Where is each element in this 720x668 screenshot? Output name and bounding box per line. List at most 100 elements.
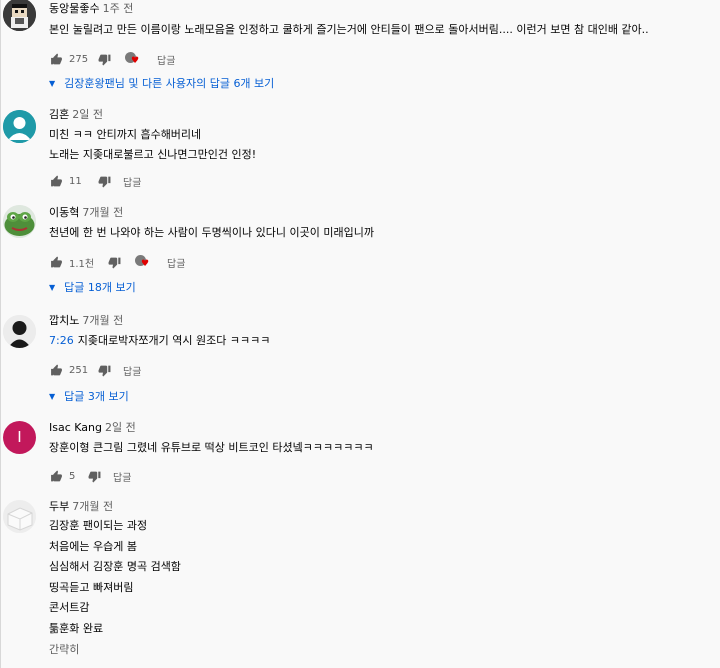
- comment-author[interactable]: 깝치노: [49, 314, 79, 327]
- comment-time[interactable]: 7개월 전: [72, 500, 113, 513]
- comment-line: 툶훈화 완료: [49, 621, 104, 635]
- comment-line: 지좆대로박자쪼개기 역시 원조다 ㅋㅋㅋㅋ: [77, 334, 271, 347]
- view-replies-label: 답글 3개 보기: [64, 390, 129, 403]
- comment-time[interactable]: 7개월 전: [82, 206, 123, 219]
- comment-line: 처음에는 우습게 봄: [49, 539, 137, 553]
- dislike-button[interactable]: [87, 469, 101, 483]
- comment-line: 김장훈 팬이되는 과정: [49, 519, 148, 532]
- comment-body: 깝치노 7개월 전 7:26 지좆대로박자쪼개기 역시 원조다 ㅋㅋㅋㅋ 251 답…: [49, 314, 720, 406]
- view-replies-button[interactable]: ▼ 답글 3개 보기: [49, 386, 720, 406]
- comment-text: 본인 눌릴려고 만든 이름이랑 노래모음을 인정하고 쿨하게 즐기는거에 안티들…: [49, 20, 720, 40]
- caret-down-icon: ▼: [49, 78, 56, 88]
- comment-author[interactable]: 김혼: [49, 108, 69, 121]
- avatar[interactable]: [3, 205, 36, 238]
- thumbs-down-icon: [88, 471, 100, 482]
- comment-time[interactable]: 2일 전: [105, 421, 136, 434]
- comment-text: 천년에 한 번 나와야 하는 사람이 두명씩이나 있다니 이곳이 미래입니까: [49, 223, 720, 243]
- comment-text: 김장훈 팬이되는 과정 처음에는 우습게 봄 심심해서 김장훈 명곡 검색함 띵…: [49, 516, 720, 660]
- reply-button[interactable]: 답글: [113, 469, 131, 484]
- caret-down-icon: ▼: [49, 391, 56, 401]
- comment-line: 장훈이형 큰그림 그렸네 유튜브로 떡상 비트코인 타셨넼ㅋㅋㅋㅋㅋㅋㅋ: [49, 441, 374, 454]
- comment-line: 미친 ㅋㅋ 안티까지 흡수해버리네: [49, 128, 202, 141]
- comment-actions: 11 답글: [49, 170, 720, 192]
- comment-time[interactable]: 1주 전: [103, 2, 134, 15]
- like-button[interactable]: [49, 52, 63, 66]
- like-count: 275: [69, 53, 89, 65]
- thumbs-up-icon: [50, 256, 62, 267]
- comment-time[interactable]: 7개월 전: [82, 314, 123, 327]
- video-timestamp-link[interactable]: 7:26: [49, 334, 74, 347]
- thumbs-down-icon: [98, 176, 110, 187]
- creator-heart-icon: ♥: [125, 52, 139, 66]
- comment-author[interactable]: 이동혁: [49, 206, 79, 219]
- dislike-button[interactable]: [97, 52, 111, 66]
- comment-body: 이동혁 7개월 전 천년에 한 번 나와야 하는 사람이 두명씩이나 있다니 이곳…: [49, 206, 720, 297]
- thumbs-down-icon: [98, 54, 110, 65]
- default-user-avatar-icon: [3, 110, 36, 143]
- like-count: 5: [69, 470, 76, 482]
- comment-text: 7:26 지좆대로박자쪼개기 역시 원조다 ㅋㅋㅋㅋ: [49, 331, 720, 351]
- comments-panel: 동앙물좋수 1주 전 본인 눌릴려고 만든 이름이랑 노래모음을 인정하고 쿨하게…: [0, 0, 720, 668]
- comment-author[interactable]: Isac Kang: [49, 421, 102, 434]
- heart-icon: ♥: [141, 259, 150, 269]
- comment-actions: 275 ♥ 답글: [49, 48, 720, 70]
- comment-body: 두부 7개월 전 김장훈 팬이되는 과정 처음에는 우습게 봄 심심해서 김장훈 …: [49, 500, 720, 668]
- comment-actions: 5 답글: [49, 465, 720, 487]
- thumbs-down-icon: [98, 365, 110, 376]
- thumbs-up-icon: [50, 53, 62, 64]
- hooded-figure-avatar-icon: [3, 315, 36, 348]
- view-replies-button[interactable]: ▼ 답글 18개 보기: [49, 277, 720, 297]
- comment-text: 미친 ㅋㅋ 안티까지 흡수해버리네 노래는 지좆대로불르고 신나면그만인건 인정…: [49, 125, 720, 165]
- comment-actions: 251 답글: [49, 359, 720, 381]
- reply-button[interactable]: 답글: [157, 52, 175, 67]
- like-button[interactable]: [49, 469, 63, 483]
- avatar[interactable]: I: [3, 421, 36, 454]
- comment-header: 동앙물좋수 1주 전: [49, 2, 720, 16]
- comment-line: 콘서트감: [49, 601, 90, 615]
- comment-actions: 1.1천 ♥ 답글: [49, 251, 720, 273]
- avatar[interactable]: [3, 315, 36, 348]
- creator-heart-icon: ♥: [135, 255, 149, 269]
- like-count: 1.1천: [69, 258, 95, 270]
- dislike-button[interactable]: [107, 255, 121, 269]
- comment-line: 노래는 지좆대로불르고 신나면그만인건 인정!: [49, 148, 257, 161]
- thumbs-up-icon: [50, 175, 62, 186]
- avatar[interactable]: [3, 500, 36, 533]
- comment-line: 띵곡듣고 빠져버림: [49, 580, 134, 594]
- like-button[interactable]: [49, 255, 63, 269]
- like-count: 251: [69, 364, 89, 376]
- thumbs-down-icon: [108, 257, 120, 268]
- view-replies-label: 답글 18개 보기: [64, 281, 136, 294]
- comment-body: 김혼 2일 전 미친 ㅋㅋ 안티까지 흡수해버리네 노래는 지좆대로불르고 신나면…: [49, 108, 720, 192]
- reply-button[interactable]: 답글: [123, 174, 141, 189]
- comment-line: 본인 눌릴려고 만든 이름이랑 노래모음을 인정하고 쿨하게 즐기는거에 안티들…: [49, 23, 649, 36]
- reply-button[interactable]: 답글: [123, 363, 141, 378]
- dislike-button[interactable]: [97, 363, 111, 377]
- comment-time[interactable]: 2일 전: [72, 108, 103, 121]
- like-button[interactable]: [49, 363, 63, 377]
- avatar[interactable]: [3, 110, 36, 143]
- pixel-character-avatar-icon: [3, 0, 36, 31]
- dislike-button[interactable]: [97, 174, 111, 188]
- comment-header: 깝치노 7개월 전: [49, 314, 720, 328]
- show-less-button[interactable]: 간략히: [49, 640, 720, 661]
- comment-header: Isac Kang 2일 전: [49, 421, 720, 435]
- heart-icon: ♥: [131, 56, 140, 66]
- comment-body: 동앙물좋수 1주 전 본인 눌릴려고 만든 이름이랑 노래모음을 인정하고 쿨하게…: [49, 2, 720, 93]
- comment-author[interactable]: 두부: [49, 500, 69, 513]
- frog-avatar-icon: [3, 205, 36, 238]
- view-replies-button[interactable]: ▼ 김장훈왕팬님 및 다른 사용자의 답글 6개 보기: [49, 73, 720, 93]
- comment-header: 두부 7개월 전: [49, 500, 720, 514]
- thumbs-up-icon: [50, 364, 62, 375]
- comment-text: 장훈이형 큰그림 그렸네 유튜브로 떡상 비트코인 타셨넼ㅋㅋㅋㅋㅋㅋㅋ: [49, 438, 720, 458]
- like-count: 11: [69, 175, 82, 187]
- reply-button[interactable]: 답글: [167, 255, 185, 270]
- comment-author[interactable]: 동앙물좋수: [49, 2, 100, 15]
- avatar[interactable]: [3, 0, 36, 31]
- caret-down-icon: ▼: [49, 282, 56, 292]
- thumbs-up-icon: [50, 470, 62, 481]
- comment-body: Isac Kang 2일 전 장훈이형 큰그림 그렸네 유튜브로 떡상 비트코인 …: [49, 421, 720, 487]
- view-replies-label: 김장훈왕팬님 및 다른 사용자의 답글 6개 보기: [64, 77, 275, 90]
- avatar-letter: I: [17, 428, 22, 446]
- like-button[interactable]: [49, 174, 63, 188]
